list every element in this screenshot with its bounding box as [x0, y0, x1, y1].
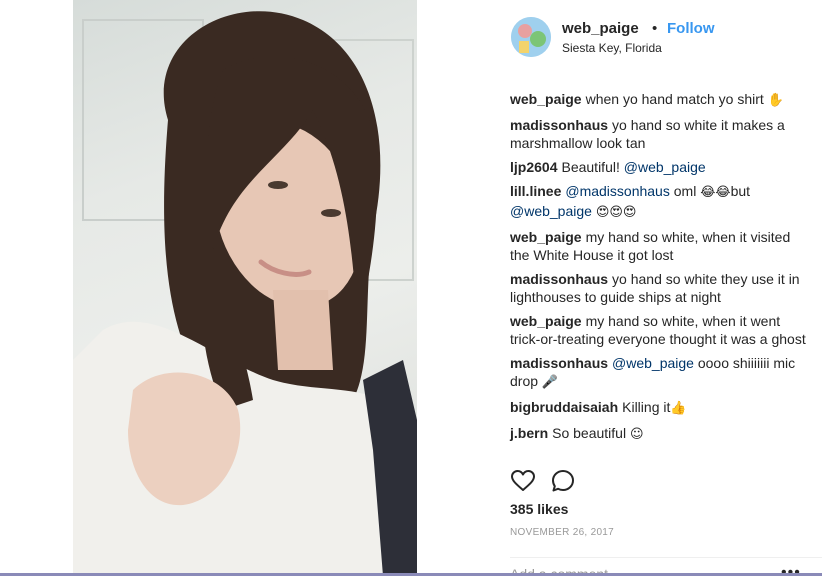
post-header: web_paige • Follow Siesta Key, Florida	[417, 0, 822, 70]
instagram-post-page: web_paige • Follow Siesta Key, Florida w…	[0, 0, 822, 576]
comment-text: but	[730, 183, 751, 199]
avatar-image	[511, 17, 551, 57]
likes-count[interactable]: 385 likes	[510, 501, 568, 517]
comment-item: web_paige my hand so white, when it went …	[510, 312, 810, 348]
mention-link[interactable]: @web_paige	[510, 203, 592, 219]
emoji: ✋	[767, 93, 784, 108]
post-location[interactable]: Siesta Key, Florida	[562, 41, 662, 55]
comment-author[interactable]: web_paige	[510, 229, 582, 245]
comment-author[interactable]: lill.linee	[510, 183, 561, 199]
post-date: NOVEMBER 26, 2017	[510, 527, 615, 538]
comment-item: madissonhaus yo hand so white they use it…	[510, 270, 810, 306]
divider	[510, 557, 822, 558]
avatar[interactable]	[511, 17, 551, 57]
comment-item: madissonhaus @web_paige oooo shiiiiiii mi…	[510, 354, 810, 392]
comments-list: web_paige when yo hand match yo shirt ✋ ma…	[510, 90, 810, 450]
post-photo[interactable]	[73, 0, 417, 576]
comment-item: bigbruddaisaiah Killing it👍	[510, 398, 810, 418]
comment-bubble-icon[interactable]	[550, 468, 576, 494]
mention-link[interactable]: @madissonhaus	[565, 183, 670, 199]
comment-text: oml	[669, 183, 701, 199]
heart-icon[interactable]	[510, 468, 536, 494]
comment-author[interactable]: web_paige	[510, 91, 582, 107]
post-side-panel: web_paige • Follow Siesta Key, Florida w…	[417, 0, 822, 576]
emoji: 👍	[670, 401, 687, 416]
comment-text: Beautiful!	[561, 159, 624, 175]
comment-text: Killing it	[622, 399, 671, 415]
selfie-illustration	[73, 11, 417, 576]
emoji: 😍😍😍	[595, 205, 637, 220]
emoji: 🎤	[541, 375, 559, 390]
follow-button[interactable]: Follow	[667, 20, 715, 37]
comment-item: ljp2604 Beautiful! @web_paige	[510, 158, 810, 176]
comment-author[interactable]: bigbruddaisaiah	[510, 399, 618, 415]
separator-dot: •	[652, 20, 658, 37]
comment-text: when yo hand match yo shirt	[585, 91, 768, 107]
emoji: ☺	[629, 427, 644, 442]
post-username[interactable]: web_paige	[562, 20, 639, 37]
comment-author[interactable]: ljp2604	[510, 159, 557, 175]
comment-text: So beautiful	[552, 425, 630, 441]
comment-author[interactable]: web_paige	[510, 313, 582, 329]
comment-item: madissonhaus yo hand so white it makes a …	[510, 116, 810, 152]
comment-author[interactable]: madissonhaus	[510, 271, 608, 287]
comment-author[interactable]: j.bern	[510, 425, 548, 441]
comment-item: j.bern So beautiful ☺	[510, 424, 810, 444]
mention-link[interactable]: @web_paige	[612, 355, 694, 371]
emoji: 😂😂	[700, 185, 731, 200]
comment-item: lill.linee @madissonhaus oml 😂😂but @web_p…	[510, 182, 810, 222]
post-actions	[510, 468, 710, 494]
mention-link[interactable]: @web_paige	[624, 159, 706, 175]
comment-item: web_paige my hand so white, when it visit…	[510, 228, 810, 264]
comment-author[interactable]: madissonhaus	[510, 355, 608, 371]
comment-item: web_paige when yo hand match yo shirt ✋	[510, 90, 810, 110]
comment-author[interactable]: madissonhaus	[510, 117, 608, 133]
